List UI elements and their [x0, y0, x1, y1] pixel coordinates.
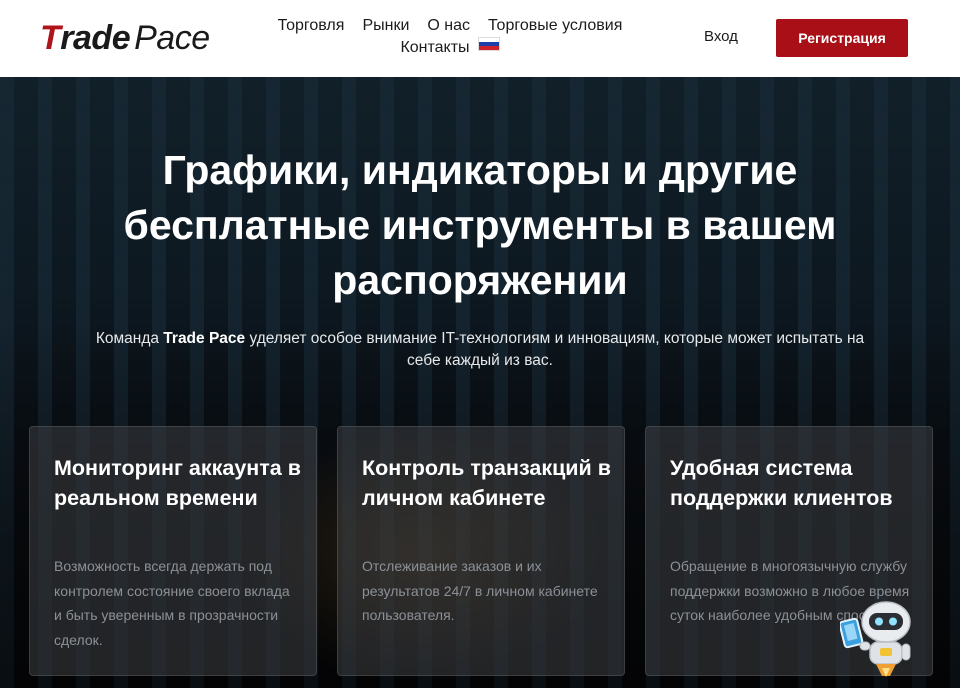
logo-pace: Pace: [134, 18, 210, 57]
feature-text: Возможность всегда держать под контролем…: [54, 558, 290, 648]
register-button[interactable]: Регистрация: [776, 19, 908, 57]
feature-card-monitoring: Мониторинг аккаунта в реальном времени В…: [29, 426, 317, 676]
nav-contacts[interactable]: Контакты: [400, 37, 469, 59]
feature-title: Удобная система поддержки клиентов: [670, 456, 893, 510]
site-header: Trade Pace Торговля Рынки О нас Торговые …: [0, 0, 960, 77]
hero-title: Графики, индикаторы и другие бесплатные …: [123, 147, 837, 303]
russia-flag-icon[interactable]: [477, 37, 500, 51]
brand-name: Trade Pace: [163, 330, 246, 347]
feature-title: Мониторинг аккаунта в реальном времени: [54, 456, 301, 510]
feature-text: Отслеживание заказов и их результатов 24…: [362, 558, 598, 623]
logo-rade: rade: [60, 18, 131, 57]
logo-t-mark: T: [40, 18, 61, 57]
nav-about[interactable]: О нас: [427, 15, 470, 37]
hero-section: Графики, индикаторы и другие бесплатные …: [0, 77, 960, 688]
nav-trading[interactable]: Торговля: [278, 15, 345, 37]
login-link[interactable]: Вход: [704, 28, 738, 45]
main-nav: Торговля Рынки О нас Торговые условия Ко…: [250, 15, 650, 59]
feature-title: Контроль транзакций в личном кабинете: [362, 456, 611, 510]
nav-markets[interactable]: Рынки: [362, 15, 409, 37]
nav-trading-conditions[interactable]: Торговые условия: [488, 15, 622, 37]
hero-subtitle: Команда Trade Pace уделяет особое вниман…: [95, 330, 865, 369]
feature-card-transactions: Контроль транзакций в личном кабинете От…: [337, 426, 625, 676]
robot-assistant-icon[interactable]: [838, 596, 920, 678]
trade-pace-logo[interactable]: Trade Pace: [40, 16, 210, 60]
